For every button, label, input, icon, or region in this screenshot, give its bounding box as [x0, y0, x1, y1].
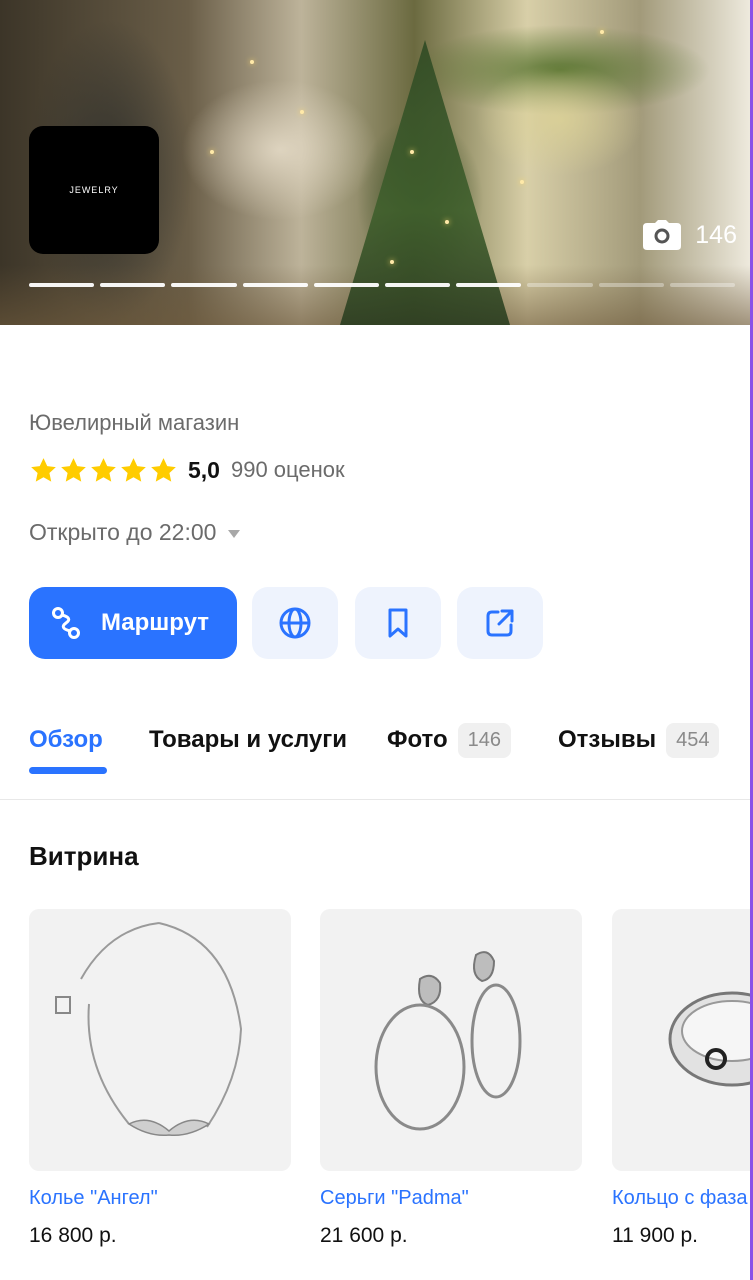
product-card[interactable]: Колье "Ангел" 16 800 р. [29, 909, 291, 1248]
route-icon [52, 607, 80, 639]
tab-label: Отзывы [558, 726, 657, 753]
light-dot [445, 220, 449, 224]
ring-image [668, 991, 753, 1087]
tab-label: Фото [387, 726, 448, 753]
product-name[interactable]: Колье "Ангел" [29, 1187, 291, 1210]
camera-icon [643, 220, 682, 250]
light-dot [300, 110, 304, 114]
opening-hours[interactable]: Открыто до 22:00 [29, 519, 241, 546]
gallery-progress-segment [100, 283, 166, 287]
photo-counter[interactable]: 146 [643, 220, 737, 250]
gallery-progress-segment [385, 283, 451, 287]
product-card[interactable]: Кольцо с фаза 11 900 р. [612, 909, 753, 1248]
globe-icon [279, 607, 311, 639]
star-icon [121, 457, 146, 482]
gallery-progress [29, 283, 736, 287]
gallery-progress-segment [313, 283, 380, 287]
product-price: 11 900 р. [612, 1224, 699, 1247]
gallery-progress-segment [456, 283, 522, 287]
hours-text: Открыто до 22:00 [29, 519, 217, 545]
light-dot [410, 150, 414, 154]
gallery-progress-segment [171, 283, 237, 287]
tab-overview[interactable]: Обзор [29, 722, 103, 758]
gallery-progress-segment [669, 283, 736, 287]
product-name[interactable]: Кольцо с фаза [612, 1187, 753, 1210]
light-dot [600, 30, 604, 34]
place-category: Ювелирный магазин [29, 410, 240, 435]
tab-label: Товары и услуги [149, 726, 347, 753]
rating-value: 5,0 [188, 456, 220, 483]
bookmark-icon [388, 608, 408, 638]
count-badge: 454 [666, 722, 720, 758]
gallery-progress-segment [29, 283, 95, 287]
active-tab-indicator [29, 767, 107, 774]
rating-stars [29, 456, 178, 485]
product-image-ring[interactable] [612, 909, 753, 1171]
light-dot [210, 150, 214, 154]
route-button[interactable]: Маршрут [29, 587, 237, 659]
product-card[interactable]: Серьги "Padma" 21 600 р. [320, 909, 582, 1248]
photo-count-value: 146 [695, 220, 737, 249]
light-dot [520, 180, 524, 184]
rating-row[interactable]: 5,0 990 оценок [29, 452, 345, 488]
share-button[interactable] [457, 587, 543, 659]
tab-label: Обзор [29, 726, 103, 753]
route-button-label: Маршрут [101, 609, 210, 636]
website-button[interactable] [252, 587, 338, 659]
share-icon [486, 609, 514, 637]
tab-photos[interactable]: Фото 146 [387, 722, 512, 758]
necklace-image [55, 922, 243, 1137]
gallery-progress-segment [527, 283, 593, 287]
product-price: 21 600 р. [320, 1224, 408, 1247]
product-name[interactable]: Серьги "Padma" [320, 1187, 582, 1210]
caret-down-icon [228, 530, 241, 538]
gallery-progress-segment [242, 283, 308, 287]
store-logo: JEWELRY [29, 126, 159, 254]
tab-products[interactable]: Товары и услуги [149, 722, 347, 758]
earrings-image [374, 951, 522, 1131]
light-dot [390, 260, 394, 264]
product-image-earrings[interactable] [320, 909, 582, 1171]
product-image-necklace[interactable] [29, 909, 291, 1171]
star-icon [31, 457, 56, 482]
star-icon [151, 457, 176, 482]
showcase-title: Витрина [29, 841, 139, 871]
tab-reviews[interactable]: Отзывы 454 [558, 722, 720, 758]
count-badge: 146 [457, 722, 512, 758]
gallery-progress-segment [598, 283, 664, 287]
star-icon [61, 457, 86, 482]
hero-photo[interactable]: JEWELRY 146 [0, 0, 753, 325]
rating-count: 990 оценок [230, 457, 345, 482]
star-icon [91, 457, 116, 482]
bookmark-button[interactable] [355, 587, 441, 659]
light-dot [250, 60, 254, 64]
tab-bar: Обзор Товары и услуги Фото 146 Отзывы 45… [0, 716, 753, 800]
logo-text: JEWELRY [69, 185, 119, 195]
product-price: 16 800 р. [29, 1224, 117, 1247]
